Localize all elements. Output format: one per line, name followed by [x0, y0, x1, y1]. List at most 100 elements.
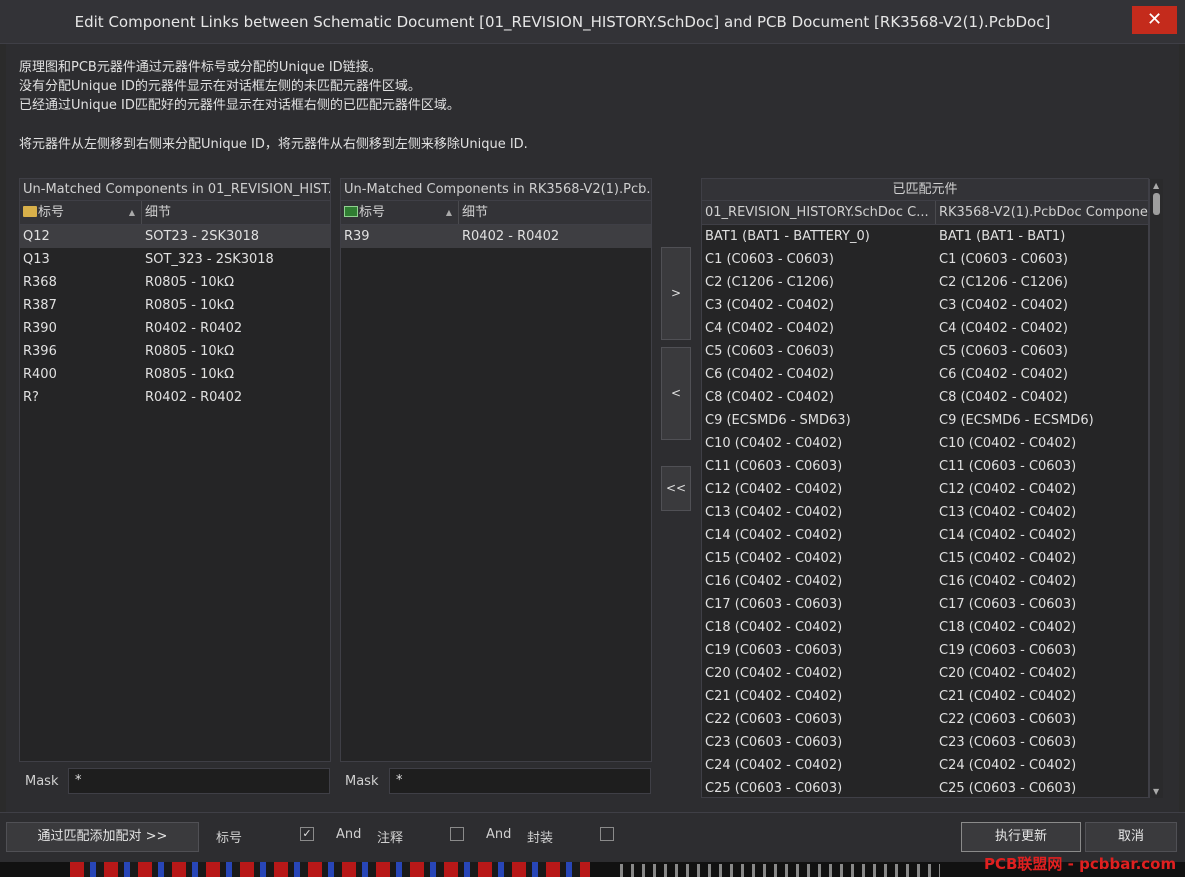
sch-table-header: 标号 ▲ 细节	[20, 201, 330, 225]
table-row[interactable]: R? R0402 - R0402	[20, 386, 330, 409]
table-row[interactable]: R396 R0805 - 10kΩ	[20, 340, 330, 363]
table-row[interactable]: R39 R0402 - R0402	[341, 225, 651, 248]
table-row[interactable]: C13 (C0402 - C0402) C13 (C0402 - C0402)	[702, 501, 1148, 524]
sch-mask-input[interactable]: *	[68, 768, 330, 794]
table-cell-pcb: C21 (C0402 - C0402)	[939, 689, 1077, 704]
table-row[interactable]: C21 (C0402 - C0402) C21 (C0402 - C0402)	[702, 685, 1148, 708]
table-row[interactable]: BAT1 (BAT1 - BATTERY_0) BAT1 (BAT1 - BAT1…	[702, 225, 1148, 248]
table-row[interactable]: R390 R0402 - R0402	[20, 317, 330, 340]
sch-col-designator[interactable]: 标号 ▲	[20, 201, 142, 224]
sch-col-details[interactable]: 细节	[142, 201, 330, 224]
add-pairs-by-match-button[interactable]: 通过匹配添加配对 >>	[6, 822, 199, 852]
table-row[interactable]: Q13 SOT_323 - 2SK3018	[20, 248, 330, 271]
table-cell-sch: C22 (C0603 - C0603)	[705, 712, 843, 727]
designator-checkbox[interactable]: ✓	[300, 827, 314, 841]
table-row[interactable]: C23 (C0603 - C0603) C23 (C0603 - C0603)	[702, 731, 1148, 754]
table-row[interactable]: C6 (C0402 - C0402) C6 (C0402 - C0402)	[702, 363, 1148, 386]
table-row[interactable]: C12 (C0402 - C0402) C12 (C0402 - C0402)	[702, 478, 1148, 501]
table-cell-pcb: C24 (C0402 - C0402)	[939, 758, 1077, 773]
table-cell-pcb: C12 (C0402 - C0402)	[939, 482, 1077, 497]
table-row[interactable]: C24 (C0402 - C0402) C24 (C0402 - C0402)	[702, 754, 1148, 777]
table-cell-pcb: C23 (C0603 - C0603)	[939, 735, 1077, 750]
pcb-mask-input[interactable]: *	[389, 768, 651, 794]
execute-update-button[interactable]: 执行更新	[961, 822, 1081, 852]
table-row[interactable]: C16 (C0402 - C0402) C16 (C0402 - C0402)	[702, 570, 1148, 593]
table-row[interactable]: C1 (C0603 - C0603) C1 (C0603 - C0603)	[702, 248, 1148, 271]
sch-unmatched-panel: Un-Matched Components in 01_REVISION_HIS…	[19, 178, 331, 762]
table-row[interactable]: C18 (C0402 - C0402) C18 (C0402 - C0402)	[702, 616, 1148, 639]
table-cell-sch: C15 (C0402 - C0402)	[705, 551, 843, 566]
table-cell-pcb: C5 (C0603 - C0603)	[939, 344, 1068, 359]
matched-col-pcb[interactable]: RK3568-V2(1).PcbDoc Compone...	[936, 201, 1148, 224]
table-row[interactable]: C9 (ECSMD6 - SMD63) C9 (ECSMD6 - ECSMD6)	[702, 409, 1148, 432]
table-row[interactable]: C3 (C0402 - C0402) C3 (C0402 - C0402)	[702, 294, 1148, 317]
and-label: And	[486, 827, 512, 842]
remove-all-links-button[interactable]: <<	[661, 466, 691, 511]
table-cell-pcb: C9 (ECSMD6 - ECSMD6)	[939, 413, 1094, 428]
table-cell-pcb: C17 (C0603 - C0603)	[939, 597, 1077, 612]
table-row[interactable]: C11 (C0603 - C0603) C11 (C0603 - C0603)	[702, 455, 1148, 478]
scroll-down-icon[interactable]: ▼	[1153, 787, 1159, 796]
table-cell-pcb: C2 (C1206 - C1206)	[939, 275, 1068, 290]
table-row[interactable]: Q12 SOT23 - 2SK3018	[20, 225, 330, 248]
table-row[interactable]: C20 (C0402 - C0402) C20 (C0402 - C0402)	[702, 662, 1148, 685]
table-row[interactable]: C10 (C0402 - C0402) C10 (C0402 - C0402)	[702, 432, 1148, 455]
table-row[interactable]: C15 (C0402 - C0402) C15 (C0402 - C0402)	[702, 547, 1148, 570]
table-cell-sch: C8 (C0402 - C0402)	[705, 390, 834, 405]
table-cell-sch: C5 (C0603 - C0603)	[705, 344, 834, 359]
pcb-panel-title: Un-Matched Components in RK3568-V2(1).Pc…	[341, 179, 651, 201]
scroll-thumb[interactable]	[1153, 193, 1160, 215]
table-row[interactable]: C22 (C0603 - C0603) C22 (C0603 - C0603)	[702, 708, 1148, 731]
instruction-line: 没有分配Unique ID的元器件显示在对话框左侧的未匹配元器件区域。	[19, 79, 421, 94]
table-row[interactable]: R387 R0805 - 10kΩ	[20, 294, 330, 317]
table-cell-sch: C6 (C0402 - C0402)	[705, 367, 834, 382]
watermark: PCB联盟网 - pcbbar.com	[984, 855, 1177, 873]
table-row[interactable]: C2 (C1206 - C1206) C2 (C1206 - C1206)	[702, 271, 1148, 294]
table-row[interactable]: C17 (C0603 - C0603) C17 (C0603 - C0603)	[702, 593, 1148, 616]
matched-panel: 已匹配元件 01_REVISION_HISTORY.SchDoc C... RK…	[701, 178, 1149, 798]
pcb-col-details[interactable]: 细节	[459, 201, 651, 224]
pcb-col-designator[interactable]: 标号 ▲	[341, 201, 459, 224]
close-icon[interactable]: ✕	[1132, 6, 1177, 34]
table-cell-sch: C20 (C0402 - C0402)	[705, 666, 843, 681]
table-row[interactable]: C5 (C0603 - C0603) C5 (C0603 - C0603)	[702, 340, 1148, 363]
table-cell-sch: C24 (C0402 - C0402)	[705, 758, 843, 773]
table-row[interactable]: C14 (C0402 - C0402) C14 (C0402 - C0402)	[702, 524, 1148, 547]
table-cell-sch: C1 (C0603 - C0603)	[705, 252, 834, 267]
footprint-checkbox[interactable]	[600, 827, 614, 841]
cancel-button[interactable]: 取消	[1085, 822, 1177, 852]
matched-table-body: BAT1 (BAT1 - BATTERY_0) BAT1 (BAT1 - BAT1…	[702, 225, 1148, 797]
table-cell-designator: R400	[23, 367, 57, 382]
table-cell-pcb: C1 (C0603 - C0603)	[939, 252, 1068, 267]
table-row[interactable]: C8 (C0402 - C0402) C8 (C0402 - C0402)	[702, 386, 1148, 409]
pcb-mask-label: Mask	[345, 774, 379, 789]
add-link-button[interactable]: >	[661, 247, 691, 340]
table-cell-details: R0402 - R0402	[145, 390, 243, 405]
table-cell-designator: R396	[23, 344, 57, 359]
table-cell-sch: C13 (C0402 - C0402)	[705, 505, 843, 520]
table-row[interactable]: R400 R0805 - 10kΩ	[20, 363, 330, 386]
table-cell-sch: C10 (C0402 - C0402)	[705, 436, 843, 451]
table-cell-pcb: C11 (C0603 - C0603)	[939, 459, 1077, 474]
remove-link-button[interactable]: <	[661, 347, 691, 440]
table-row[interactable]: C25 (C0603 - C0603) C25 (C0603 - C0603)	[702, 777, 1148, 797]
matched-scrollbar[interactable]: ▲ ▼	[1149, 179, 1163, 798]
matched-col-sch[interactable]: 01_REVISION_HISTORY.SchDoc C...	[702, 201, 936, 224]
and-label: And	[336, 827, 362, 842]
table-cell-designator: R?	[23, 390, 39, 405]
sort-asc-icon: ▲	[445, 208, 452, 217]
designator-label: 标号	[216, 831, 243, 846]
table-row[interactable]: R368 R0805 - 10kΩ	[20, 271, 330, 294]
comment-checkbox[interactable]	[450, 827, 464, 841]
table-cell-pcb: C22 (C0603 - C0603)	[939, 712, 1077, 727]
table-cell-details: SOT_323 - 2SK3018	[145, 252, 274, 267]
instruction-line: 原理图和PCB元器件通过元器件标号或分配的Unique ID链接。	[19, 60, 382, 75]
table-row[interactable]: C4 (C0402 - C0402) C4 (C0402 - C0402)	[702, 317, 1148, 340]
table-cell-sch: C4 (C0402 - C0402)	[705, 321, 834, 336]
table-cell-pcb: C16 (C0402 - C0402)	[939, 574, 1077, 589]
sort-asc-icon: ▲	[128, 208, 135, 217]
scroll-up-icon[interactable]: ▲	[1153, 181, 1159, 190]
table-cell-sch: C23 (C0603 - C0603)	[705, 735, 843, 750]
table-row[interactable]: C19 (C0603 - C0603) C19 (C0603 - C0603)	[702, 639, 1148, 662]
table-cell-details: R0805 - 10kΩ	[145, 275, 235, 290]
